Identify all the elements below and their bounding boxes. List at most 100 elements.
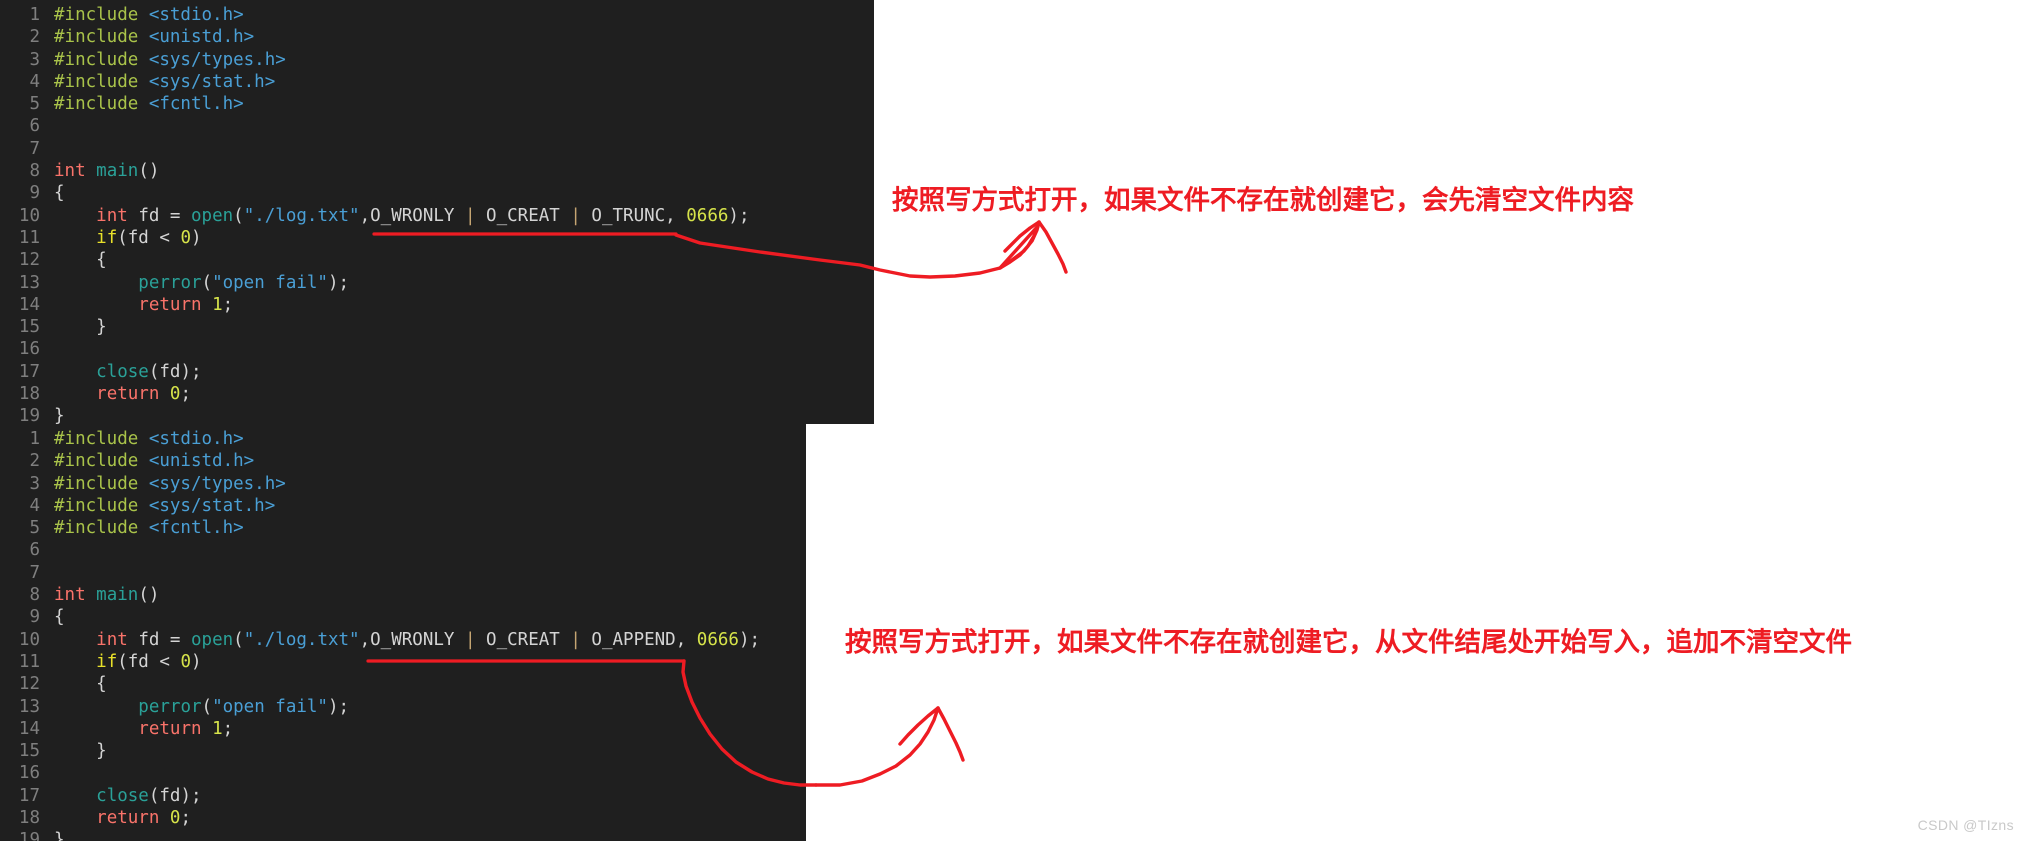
- code-token: int: [54, 161, 97, 182]
- code-token: "open fail": [212, 696, 328, 717]
- code-token: <sys/stat.h>: [148, 71, 276, 92]
- code-token: (: [201, 696, 213, 717]
- code-line: 16: [0, 338, 874, 360]
- line-number: 1: [29, 429, 40, 449]
- code-line: 15 }: [0, 316, 874, 338]
- code-token: perror: [138, 696, 202, 717]
- line-number: 14: [18, 294, 40, 315]
- code-token: {: [54, 607, 65, 628]
- code-token: <stdio.h>: [148, 5, 244, 25]
- line-number: 1: [29, 5, 40, 25]
- code-line: 12 {: [0, 673, 806, 695]
- code-token: }: [54, 317, 107, 338]
- code-token: O_TRUNC,: [580, 205, 687, 226]
- code-token: (fd);: [148, 785, 202, 806]
- code-token: #include: [54, 451, 149, 472]
- annotation-text-o-trunc: 按照写方式打开，如果文件不存在就创建它，会先清空文件内容: [892, 185, 1634, 216]
- code-token: return: [138, 718, 213, 739]
- csdn-watermark: CSDN @TIzns: [1917, 817, 2014, 833]
- code-token: }: [54, 406, 65, 424]
- line-number: 17: [18, 361, 40, 382]
- code-token: (fd <: [117, 227, 181, 248]
- code-line: 2 #include <unistd.h>: [0, 450, 806, 472]
- code-token: close: [96, 785, 149, 806]
- line-number: 11: [18, 651, 40, 672]
- code-token: return: [138, 294, 213, 315]
- code-line: 14 return 1;: [0, 294, 874, 316]
- code-line: 17 close(fd);: [0, 361, 874, 383]
- code-line: 19}: [0, 829, 806, 841]
- code-token: (: [201, 272, 213, 293]
- code-token: O_CREAT: [475, 205, 571, 226]
- code-token: (): [138, 161, 160, 182]
- code-token: <stdio.h>: [148, 429, 244, 449]
- code-token: <unistd.h>: [148, 27, 255, 48]
- code-token: 0: [169, 384, 181, 405]
- line-number: 10: [18, 629, 40, 650]
- code-token: O_APPEND,: [580, 629, 697, 650]
- line-number: 6: [29, 540, 40, 561]
- code-editor-o-trunc[interactable]: 1 #include <stdio.h> 2 #include <unistd.h> 3…: [0, 0, 874, 424]
- code-token: if: [96, 227, 118, 248]
- code-token: ;: [222, 718, 234, 739]
- arrow-head-left-o-trunc: [1003, 220, 1041, 253]
- code-token: #include: [54, 473, 149, 494]
- code-token: main: [96, 161, 139, 182]
- line-number: 2: [29, 27, 40, 48]
- code-token: return: [96, 808, 170, 829]
- code-token: <fcntl.h>: [148, 518, 244, 539]
- line-number: 7: [29, 138, 40, 159]
- line-number: 2: [29, 451, 40, 472]
- line-number: 10: [18, 205, 40, 226]
- line-number: 16: [18, 763, 40, 784]
- code-editor-o-append[interactable]: 1 #include <stdio.h> 2 #include <unistd.h> 3…: [0, 424, 806, 841]
- code-line: 18 return 0;: [0, 383, 874, 405]
- code-line: 3 #include <sys/types.h>: [0, 49, 874, 71]
- code-token: |: [570, 629, 581, 650]
- code-token: ;: [180, 808, 192, 829]
- line-number: 17: [18, 785, 40, 806]
- code-token: {: [54, 250, 107, 271]
- arrow-shaft-b-o-trunc: [998, 220, 1041, 270]
- code-token: |: [464, 205, 476, 226]
- code-token: <sys/stat.h>: [148, 495, 276, 516]
- line-number: 16: [18, 339, 40, 360]
- code-token: ,O_WRONLY: [359, 629, 465, 650]
- line-number: 5: [29, 94, 40, 115]
- line-number: 8: [29, 585, 40, 606]
- code-line: 7: [0, 562, 806, 584]
- code-token: fd =: [138, 205, 191, 226]
- code-token: return: [96, 384, 170, 405]
- code-token: open: [191, 629, 234, 650]
- screenshot-root: 1 #include <stdio.h> 2 #include <unistd.h> 3…: [0, 0, 2032, 841]
- line-number: 15: [18, 741, 40, 762]
- line-number: 3: [29, 49, 40, 70]
- code-token: ,O_WRONLY: [359, 205, 465, 226]
- code-token: ;: [222, 294, 234, 315]
- code-token: int: [54, 585, 97, 606]
- arrow-head-left-o-append: [898, 706, 940, 746]
- code-line: 9{: [0, 606, 806, 628]
- code-token: "./log.txt": [243, 205, 360, 226]
- code-token: {: [54, 183, 65, 204]
- code-token: main: [96, 585, 139, 606]
- code-token: }: [54, 741, 107, 762]
- arrow-head-right-o-trunc: [1037, 220, 1068, 274]
- arrow-curve-up-o-append: [814, 706, 940, 787]
- line-number: 9: [29, 183, 40, 204]
- code-line: 1 #include <stdio.h>: [0, 4, 874, 26]
- code-line: 11 if(fd < 0): [0, 651, 806, 673]
- code-line: 9{: [0, 182, 874, 204]
- line-number: 4: [29, 71, 40, 92]
- code-token: ): [191, 651, 202, 672]
- line-number: 12: [18, 674, 40, 695]
- code-line: 6: [0, 539, 806, 561]
- code-line: 14 return 1;: [0, 718, 806, 740]
- code-token: #include: [54, 495, 149, 516]
